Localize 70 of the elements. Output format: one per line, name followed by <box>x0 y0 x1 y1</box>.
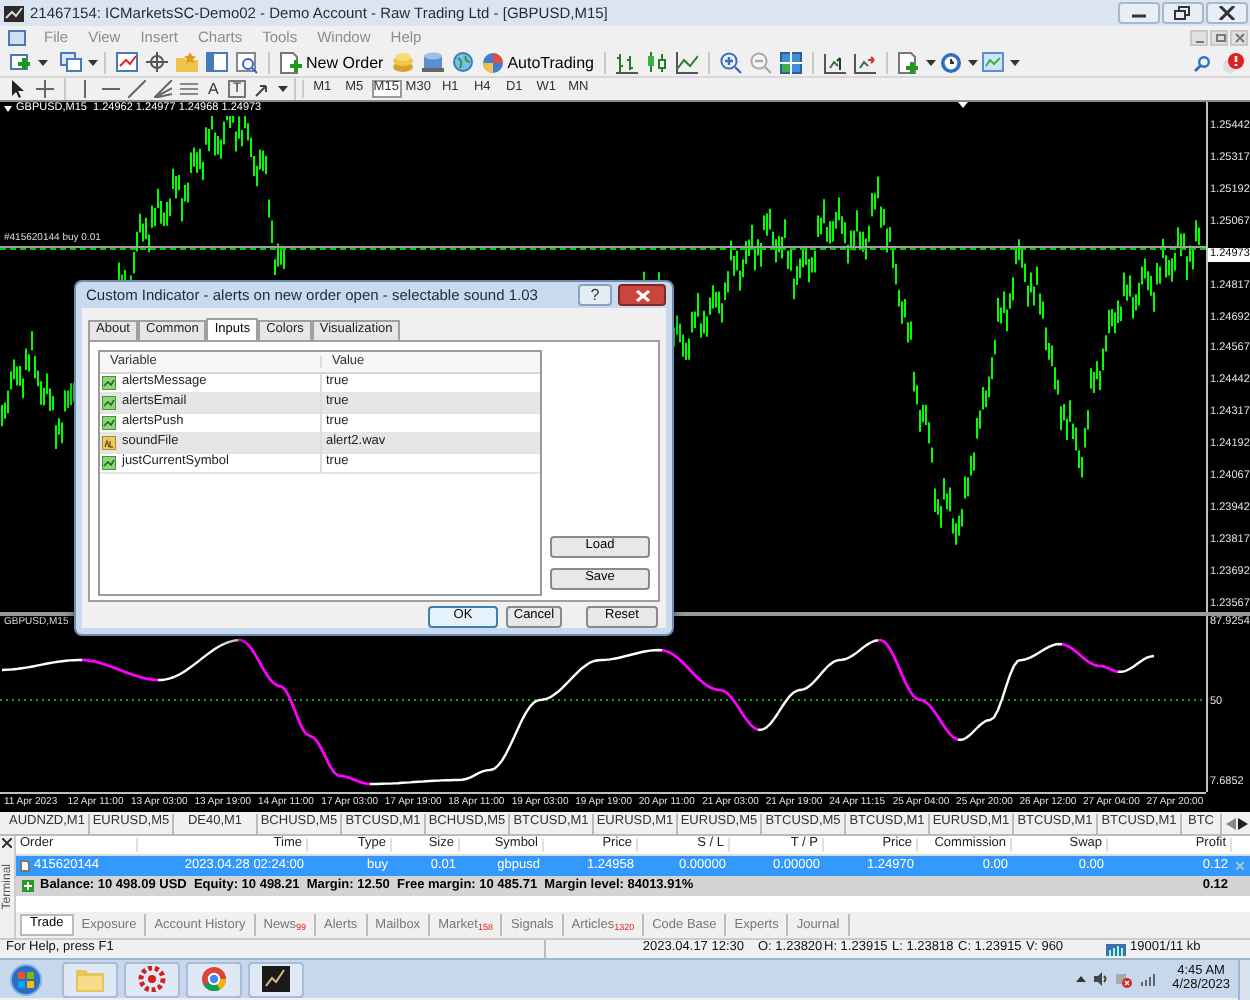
chart-shift-icon[interactable] <box>823 52 846 74</box>
close-icon <box>635 289 649 301</box>
chart-window-icon <box>8 30 26 46</box>
database-icon[interactable] <box>421 52 444 74</box>
new-order-button[interactable]: New Order <box>276 51 388 75</box>
grid-icon[interactable] <box>779 52 802 74</box>
document-icon <box>20 860 30 872</box>
close-icon[interactable] <box>2 838 12 848</box>
alert-badge-icon[interactable] <box>1222 52 1244 74</box>
taskbar-button[interactable] <box>248 961 304 997</box>
magnifier-chart-icon[interactable] <box>236 52 258 74</box>
colored-ball-icon <box>481 52 504 74</box>
panel-icon[interactable] <box>206 52 228 74</box>
text-tool-button[interactable]: A <box>202 81 225 97</box>
chart-window-icon[interactable] <box>116 52 138 74</box>
close-button[interactable] <box>618 284 666 306</box>
restore-icon <box>1174 6 1192 20</box>
chart-type-icon <box>102 416 116 430</box>
caret-up-icon[interactable] <box>1076 976 1087 982</box>
collapse-triangle-icon[interactable] <box>4 106 12 113</box>
bar-chart-icon[interactable] <box>615 52 638 74</box>
zoom-in-icon[interactable] <box>719 52 742 74</box>
close-icon <box>1233 32 1245 44</box>
chart-type-icon <box>102 376 116 390</box>
scroll-right-icon[interactable] <box>1238 817 1248 829</box>
search-icon[interactable] <box>1194 55 1210 71</box>
minimize-button[interactable] <box>1118 2 1160 24</box>
cursor-icon[interactable] <box>10 80 28 98</box>
new-chart-icon[interactable] <box>10 52 32 74</box>
caret-icon[interactable] <box>38 60 48 66</box>
fan-lines-icon[interactable] <box>154 80 172 98</box>
caret-icon[interactable] <box>967 60 978 66</box>
close-button[interactable] <box>1206 2 1248 24</box>
chart-type-icon <box>102 396 116 410</box>
caret-icon[interactable] <box>1009 60 1020 66</box>
app-icon <box>4 5 24 21</box>
gear-icon <box>138 966 166 992</box>
restore-icon <box>1213 32 1225 44</box>
autotrading-button[interactable]: AutoTrading <box>477 51 598 75</box>
windows-icon[interactable] <box>60 52 82 74</box>
traffic-bars-icon <box>1106 943 1126 955</box>
autoscroll-icon[interactable] <box>853 52 876 74</box>
folder-star-icon[interactable] <box>176 52 198 74</box>
plus-icon[interactable] <box>22 880 34 892</box>
clock-icon[interactable] <box>939 52 962 74</box>
parallel-lines-icon[interactable] <box>180 80 198 98</box>
caret-icon[interactable] <box>277 86 288 92</box>
browser-icon <box>200 966 228 992</box>
speaker-icon[interactable] <box>1094 972 1109 986</box>
document-plus-icon <box>280 52 302 74</box>
globe-icon[interactable] <box>451 52 474 74</box>
signal-bars-icon[interactable] <box>1140 972 1157 986</box>
chart-logo-icon <box>262 966 290 992</box>
text-type-icon <box>102 436 116 450</box>
caret-icon[interactable] <box>925 60 936 66</box>
arrows-icon[interactable] <box>253 80 272 98</box>
close-icon <box>1218 6 1236 20</box>
caret-icon[interactable] <box>88 60 98 66</box>
chart-type-icon <box>102 456 116 470</box>
line-chart-icon[interactable] <box>675 52 698 74</box>
help-button[interactable]: ? <box>578 284 612 306</box>
restore-button[interactable] <box>1162 2 1204 24</box>
crosshair-icon[interactable] <box>36 80 54 98</box>
candlestick-icon[interactable] <box>645 52 668 74</box>
folder-icon <box>76 966 104 992</box>
network-error-icon[interactable] <box>1116 971 1133 987</box>
page-plus-icon[interactable] <box>897 52 920 74</box>
trendline-icon[interactable] <box>128 80 146 98</box>
crosshair-icon[interactable] <box>146 52 168 74</box>
start-orb-icon[interactable] <box>10 963 42 995</box>
